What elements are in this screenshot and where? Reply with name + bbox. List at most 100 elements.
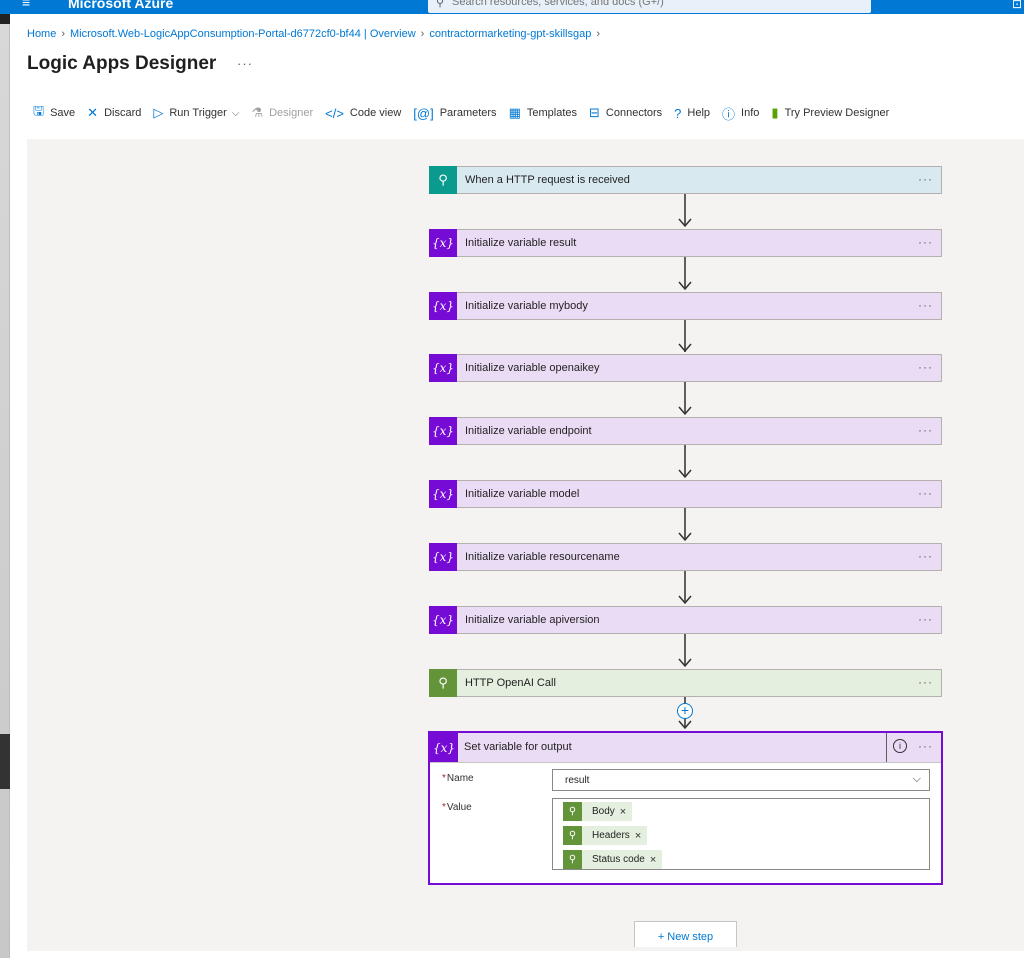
step-card-http-trigger[interactable]: ⚲ When a HTTP request is received ··· <box>429 165 942 194</box>
step-card-init-mybody[interactable]: {x} Initialize variable mybody ··· <box>429 291 942 320</box>
remove-token-icon[interactable]: × <box>635 830 641 842</box>
arrow-down-icon <box>678 595 692 605</box>
value-field-label: *Value <box>442 802 472 813</box>
info-button[interactable]: ⓘ Info <box>722 104 759 123</box>
step-label: Initialize variable model <box>465 488 580 500</box>
http-globe-icon: ⚲ <box>563 850 582 869</box>
discard-button[interactable]: ✕ Discard <box>87 105 141 121</box>
step-card-init-resourcename[interactable]: {x} Initialize variable resourcename ··· <box>429 542 942 571</box>
hamburger-menu-icon[interactable]: ≡ <box>22 0 30 10</box>
step-card-init-apiversion[interactable]: {x} Initialize variable apiversion ··· <box>429 605 942 634</box>
more-options-icon[interactable]: ··· <box>918 360 933 374</box>
step-label: Initialize variable endpoint <box>465 425 592 437</box>
value-expression-box[interactable]: ⚲ Body × ⚲ Headers × ⚲ Status code × <box>552 798 930 870</box>
breadcrumb-resource-group[interactable]: Microsoft.Web-LogicAppConsumption-Portal… <box>70 28 416 40</box>
breadcrumb-home[interactable]: Home <box>27 28 56 40</box>
azure-top-bar: ≡ Microsoft Azure ⚲ ⊡ <box>0 0 1024 14</box>
title-more-icon[interactable]: ··· <box>237 56 253 71</box>
close-icon: ✕ <box>87 105 99 120</box>
variable-icon: {x} <box>429 228 457 257</box>
more-options-icon[interactable]: ··· <box>918 675 933 689</box>
designer-button[interactable]: ⚗ Designer <box>251 105 313 121</box>
templates-button[interactable]: ▦ Templates <box>509 105 577 121</box>
step-label: Initialize variable resourcename <box>465 551 620 563</box>
connectors-icon: ⊟ <box>589 105 600 120</box>
more-options-icon[interactable]: ··· <box>918 486 933 500</box>
page-title: Logic Apps Designer <box>27 53 217 74</box>
breadcrumb-logic-app[interactable]: contractormarketing-gpt-skillsgap <box>429 28 591 40</box>
more-options-icon[interactable]: ··· <box>918 423 933 437</box>
remove-token-icon[interactable]: × <box>650 854 656 866</box>
chevron-down-icon: ⌵ <box>231 107 240 119</box>
arrow-down-icon <box>678 532 692 542</box>
step-title-box <box>459 733 887 762</box>
http-globe-icon: ⚲ <box>563 826 582 845</box>
designer-icon: ⚗ <box>251 105 264 120</box>
more-options-icon[interactable]: ··· <box>918 739 933 753</box>
http-globe-icon: ⚲ <box>429 668 457 697</box>
set-variable-header: {x} i ··· <box>430 733 941 763</box>
dynamic-token-headers[interactable]: ⚲ Headers × <box>563 826 648 845</box>
cloud-shell-icon[interactable]: ⊡ <box>1012 0 1022 11</box>
bookmark-icon: ▮ <box>771 105 779 120</box>
arrow-down-icon <box>678 469 692 479</box>
step-card-init-endpoint[interactable]: {x} Initialize variable endpoint ··· <box>429 416 942 445</box>
save-icon: 🖫 <box>33 103 45 118</box>
run-trigger-button[interactable]: ▷ Run Trigger ⌵ <box>153 105 239 121</box>
http-globe-icon: ⚲ <box>563 802 582 821</box>
info-icon: ⓘ <box>722 106 736 122</box>
save-label: Save <box>50 107 76 119</box>
more-options-icon[interactable]: ··· <box>918 172 933 186</box>
arrow-down-icon <box>678 218 692 228</box>
global-search[interactable]: ⚲ <box>428 0 871 13</box>
step-card-init-openaikey[interactable]: {x} Initialize variable openaikey ··· <box>429 353 942 382</box>
parameters-label: Parameters <box>439 107 497 119</box>
code-view-label: Code view <box>349 107 402 119</box>
step-card-init-result[interactable]: {x} Initialize variable result ··· <box>429 228 942 257</box>
more-options-icon[interactable]: ··· <box>918 612 933 626</box>
step-card-init-model[interactable]: {x} Initialize variable model ··· <box>429 479 942 508</box>
strip-dark-block-lower <box>0 734 10 789</box>
variable-name-value: result <box>565 775 590 786</box>
arrow-down-icon <box>678 281 692 291</box>
dynamic-token-status-code[interactable]: ⚲ Status code × <box>563 850 663 869</box>
parameters-button[interactable]: [@] Parameters <box>413 106 496 121</box>
step-card-http-openai-call[interactable]: ⚲ HTTP OpenAI Call ··· <box>429 668 942 697</box>
save-button[interactable]: 🖫 Save <box>33 102 75 124</box>
info-label: Info <box>741 107 760 119</box>
dynamic-token-body[interactable]: ⚲ Body × <box>563 802 633 821</box>
variable-icon: {x} <box>429 479 457 508</box>
step-label: HTTP OpenAI Call <box>465 677 556 689</box>
name-field-label: *Name <box>442 773 474 784</box>
remove-token-icon[interactable]: × <box>620 806 626 818</box>
try-preview-designer-button[interactable]: ▮ Try Preview Designer <box>771 105 889 121</box>
step-card-set-variable-output[interactable]: {x} i ··· *Name result ⌵ *Value ⚲ Body ×… <box>428 731 943 885</box>
value-label-text: Value <box>446 802 472 813</box>
insert-step-plus-icon[interactable]: + <box>677 703 693 719</box>
designer-label: Designer <box>269 107 314 119</box>
more-options-icon[interactable]: ··· <box>918 298 933 312</box>
breadcrumb-separator-icon: › <box>61 28 66 40</box>
azure-brand[interactable]: Microsoft Azure <box>68 0 173 11</box>
help-button[interactable]: ? Help <box>674 106 710 121</box>
new-step-button[interactable]: + New step <box>634 921 737 947</box>
variable-name-select[interactable]: result ⌵ <box>552 769 930 791</box>
step-title-input[interactable] <box>464 741 864 753</box>
parameters-icon: [@] <box>413 105 434 121</box>
connectors-button[interactable]: ⊟ Connectors <box>589 105 662 121</box>
token-label: Body <box>592 806 615 817</box>
more-options-icon[interactable]: ··· <box>918 235 933 249</box>
token-label: Headers <box>592 830 630 841</box>
arrow-down-icon <box>678 406 692 416</box>
global-search-input[interactable] <box>452 0 852 8</box>
info-icon[interactable]: i <box>893 739 907 753</box>
variable-icon: {x} <box>429 416 457 445</box>
variable-icon: {x} <box>429 353 457 382</box>
templates-icon: ▦ <box>508 105 521 120</box>
code-view-button[interactable]: </> Code view <box>325 106 401 121</box>
strip-dark-block <box>0 14 10 24</box>
arrow-down-icon <box>678 343 692 353</box>
breadcrumb-separator-icon: › <box>596 28 601 40</box>
more-options-icon[interactable]: ··· <box>918 549 933 563</box>
search-icon: ⚲ <box>436 0 445 9</box>
